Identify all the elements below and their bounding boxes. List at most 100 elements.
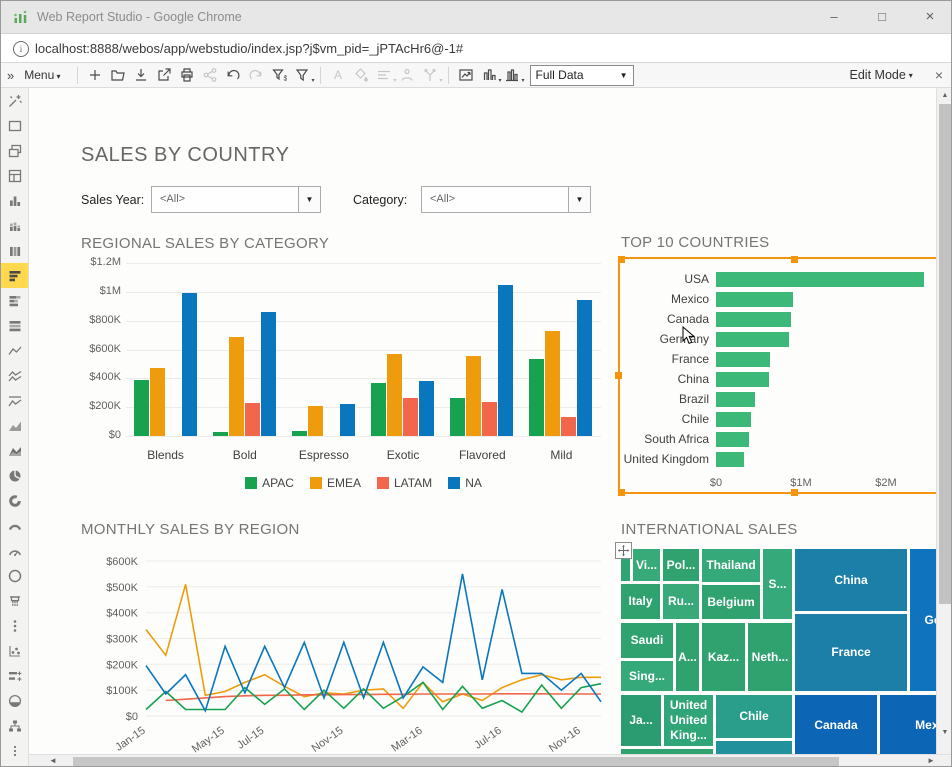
export-page-icon[interactable] [153,65,175,85]
close-button[interactable]: × [913,1,947,33]
bar-LATAM-Mild[interactable] [561,417,576,436]
palette-frames-icon[interactable] [1,138,28,163]
palette-column-chart-icon[interactable] [1,188,28,213]
bar-EMEA-Bold[interactable] [229,337,244,436]
palette-hbar-stacked-icon[interactable] [1,288,28,313]
treemap-cell-belgium[interactable]: Belgium [702,585,760,619]
palette-org-box-icon[interactable] [1,588,28,613]
bar-APAC-Flavored[interactable] [450,398,465,436]
bar-Germany[interactable] [716,332,789,347]
chart-columns-icon[interactable]: ▾ [501,65,523,85]
page-info-icon[interactable]: i [13,41,29,57]
palette-area-chart-icon[interactable] [1,413,28,438]
palette-area-dark-icon[interactable] [1,438,28,463]
palette-stacked-columns-icon[interactable] [1,213,28,238]
palette-frame-icon[interactable] [1,113,28,138]
chevron-down-icon[interactable]: ▼ [568,187,590,212]
palette-arc-gauge-icon[interactable] [1,513,28,538]
treemap-cell-pol[interactable]: Pol... [663,549,699,581]
bar-NA-Exotic[interactable] [419,381,434,436]
palette-nested-frames-icon[interactable] [1,163,28,188]
add-icon[interactable] [84,65,106,85]
bar-Brazil[interactable] [716,392,755,407]
treemap-cell-sing[interactable]: Sing... [621,661,673,691]
print-icon[interactable] [176,65,198,85]
url-text[interactable]: localhost:8888/webos/app/webstudio/index… [35,41,463,56]
bar-Canada[interactable] [716,312,791,327]
bar-NA-Mild[interactable] [577,300,592,436]
undo-icon[interactable] [222,65,244,85]
filter-category-dropdown[interactable]: <All> ▼ [421,186,591,213]
treemap-cell-vi[interactable]: Vi... [633,549,660,581]
scroll-right-icon[interactable]: ► [927,756,935,765]
treemap-cell-chile[interactable]: Chile [716,695,792,738]
address-bar[interactable]: i localhost:8888/webos/app/webstudio/ind… [1,34,952,63]
palette-donut-chart-icon[interactable] [1,488,28,513]
legend-item[interactable]: APAC [245,476,294,490]
chevron-down-icon[interactable]: ▼ [298,187,320,212]
palette-pie-chart-icon[interactable] [1,463,28,488]
palette-hbar-triple-icon[interactable] [1,313,28,338]
bar-EMEA-Mild[interactable] [545,331,560,436]
bar-France[interactable] [716,352,770,367]
bar-EMEA-Blends[interactable] [150,368,165,436]
palette-scatter-icon[interactable] [1,638,28,663]
horizontal-scrollbar[interactable]: ◄ ► [29,754,952,767]
scroll-left-icon[interactable]: ◄ [49,756,57,765]
bar-NA-Flavored[interactable] [498,285,513,436]
palette-half-donut-icon[interactable] [1,688,28,713]
toolbar-overflow-icon[interactable]: » [7,68,14,83]
bar-China[interactable] [716,372,769,387]
data-mode-select[interactable]: Full Data▼ [530,65,634,86]
minimize-button[interactable]: – [817,1,851,33]
treemap-cell-a[interactable]: A... [676,623,699,691]
chart-bars-icon[interactable]: ▾ [478,65,500,85]
palette-multi-line-icon[interactable] [1,363,28,388]
legend-item[interactable]: EMEA [310,476,361,490]
treemap-cell-ru[interactable]: Ru... [663,584,699,619]
palette-bullet-add-icon[interactable] [1,663,28,688]
palette-needle-gauge-icon[interactable] [1,538,28,563]
bar-APAC-Mild[interactable] [529,359,544,436]
bar-APAC-Espresso[interactable] [292,431,307,436]
selection-handle[interactable] [791,256,798,263]
regional-sales-bar-chart[interactable]: $0$200K$400K$600K$800K$1M$1.2MBlendsBold… [81,257,601,489]
legend-item[interactable]: NA [448,476,482,490]
bar-LATAM-Bold[interactable] [245,403,260,436]
top10-countries-chart[interactable]: USAMexicoCanadaGermanyFranceChinaBrazilC… [621,263,936,489]
palette-org-tree-icon[interactable] [1,713,28,738]
bar-EMEA-Flavored[interactable] [466,356,481,436]
selection-handle[interactable] [615,372,622,379]
bar-APAC-Exotic[interactable] [371,383,386,436]
bar-NA-Bold[interactable] [261,312,276,436]
treemap-cell-unitedunitedking[interactable]: United United King... [664,695,713,746]
move-handle[interactable] [615,542,632,559]
treemap-cell-kaz[interactable]: Kaz... [702,623,745,691]
treemap-cell-thailand[interactable]: Thailand [702,549,760,582]
bar-APAC-Bold[interactable] [213,432,228,436]
monthly-sales-line-chart[interactable]: $0$100K$200K$300K$400K$500K$600KJan-15Ma… [81,544,611,764]
edit-mode-button[interactable]: Edit Mode▾ [850,68,913,82]
filter-icon[interactable]: ▾ [291,65,313,85]
menu-button[interactable]: Menu ▾ [24,68,60,82]
bar-EMEA-Espresso[interactable] [308,406,323,436]
treemap-cell-saudi[interactable]: Saudi [621,623,673,658]
palette-hbar-chart-icon[interactable] [1,263,28,288]
vertical-scrollbar[interactable]: ▲ ▼ [936,88,952,754]
selection-handle[interactable] [791,489,798,496]
toolbar-close-icon[interactable]: × [935,67,943,83]
save-icon[interactable] [130,65,152,85]
bar-EMEA-Exotic[interactable] [387,354,402,436]
palette-more-dots-icon[interactable] [1,738,28,763]
treemap-cell-neth[interactable]: Neth... [748,623,792,691]
scroll-down-icon[interactable]: ▼ [937,729,952,736]
bar-Chile[interactable] [716,412,751,427]
treemap-cell-ja[interactable]: Ja... [621,695,661,746]
palette-dot-column-icon[interactable] [1,613,28,638]
palette-line-markers-icon[interactable] [1,388,28,413]
treemap-cell-s[interactable]: S... [763,549,792,619]
selection-handle[interactable] [618,256,625,263]
treemap-cell-china[interactable]: China [795,549,907,611]
scroll-up-icon[interactable]: ▲ [937,92,952,99]
bar-South Africa[interactable] [716,432,749,447]
